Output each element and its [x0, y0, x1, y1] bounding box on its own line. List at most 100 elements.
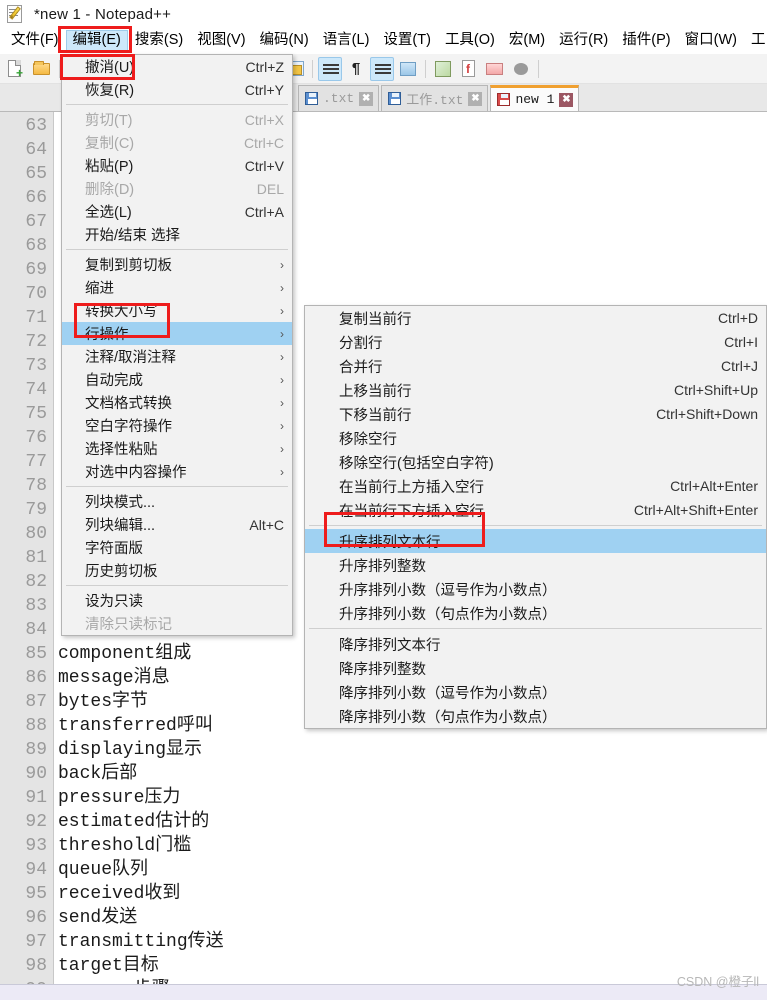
code-line[interactable]: back后部: [54, 762, 767, 786]
new-file-icon[interactable]: +: [4, 57, 28, 81]
line-number: 63: [25, 116, 47, 136]
menu-item[interactable]: 对选中内容操作 ›: [62, 460, 292, 483]
ui-display-icon[interactable]: [396, 57, 420, 81]
menu-item-1[interactable]: 编辑(E): [65, 30, 128, 52]
menu-item-label: 升序排列文本行: [339, 534, 441, 551]
menu-item[interactable]: 清除只读标记: [62, 612, 292, 635]
menu-item-4[interactable]: 编码(N): [253, 30, 316, 52]
menu-item[interactable]: 文档格式转换 ›: [62, 391, 292, 414]
line-number: 69: [25, 260, 47, 280]
menu-item[interactable]: 自动完成 ›: [62, 368, 292, 391]
menu-item[interactable]: 复制(C) Ctrl+C: [62, 131, 292, 154]
menu-item[interactable]: 删除(D) DEL: [62, 177, 292, 200]
menu-item[interactable]: 分割行 Ctrl+I: [305, 330, 766, 354]
menu-item[interactable]: 列块编辑... Alt+C: [62, 513, 292, 536]
menu-item[interactable]: 注释/取消注释 ›: [62, 345, 292, 368]
menu-item-label: 在当前行上方插入空行: [339, 479, 484, 496]
show-all-chars-icon[interactable]: ¶: [344, 57, 368, 81]
menu-item[interactable]: 剪切(T) Ctrl+X: [62, 108, 292, 131]
tab-0[interactable]: .txt ✖: [298, 85, 380, 111]
code-line-text: send发送: [58, 908, 138, 928]
menu-item[interactable]: 合并行 Ctrl+J: [305, 354, 766, 378]
menu-item[interactable]: 升序排列整数: [305, 553, 766, 577]
code-line[interactable]: target目标: [54, 954, 767, 978]
menu-item[interactable]: 字符面版: [62, 536, 292, 559]
menu-item[interactable]: 下移当前行 Ctrl+Shift+Down: [305, 402, 766, 426]
menu-item-12[interactable]: 工: [744, 30, 767, 52]
tab-2[interactable]: new 1 ✖: [490, 85, 580, 111]
menu-item-7[interactable]: 工具(O): [438, 30, 502, 52]
menu-item-6[interactable]: 设置(T): [376, 30, 438, 52]
menu-item[interactable]: 历史剪切板: [62, 559, 292, 582]
folder-as-workspace-icon[interactable]: [483, 57, 507, 81]
menu-item[interactable]: 在当前行下方插入空行 Ctrl+Alt+Shift+Enter: [305, 498, 766, 522]
menu-item-shortcut: Alt+C: [249, 516, 284, 533]
menu-item[interactable]: 恢复(R) Ctrl+Y: [62, 78, 292, 101]
menu-item[interactable]: 列块模式...: [62, 490, 292, 513]
line-number: 71: [25, 308, 47, 328]
menu-item[interactable]: 开始/结束 选择: [62, 223, 292, 246]
code-line[interactable]: queue队列: [54, 858, 767, 882]
tab-close-icon[interactable]: ✖: [559, 92, 574, 107]
tab-close-icon[interactable]: ✖: [468, 91, 483, 106]
menu-item[interactable]: 选择性粘贴 ›: [62, 437, 292, 460]
menu-item[interactable]: 升序排列文本行: [305, 529, 766, 553]
menu-item-3[interactable]: 视图(V): [190, 30, 252, 52]
notepad-plus-plus-icon: [6, 4, 26, 24]
menu-item[interactable]: 降序排列文本行: [305, 632, 766, 656]
tab-close-icon[interactable]: ✖: [359, 91, 374, 106]
menu-item[interactable]: 上移当前行 Ctrl+Shift+Up: [305, 378, 766, 402]
open-file-icon[interactable]: [30, 57, 54, 81]
code-line[interactable]: pressure压力: [54, 786, 767, 810]
menu-item[interactable]: 复制当前行 Ctrl+D: [305, 306, 766, 330]
menu-item-label: 行操作: [85, 327, 129, 343]
code-line[interactable]: received收到: [54, 882, 767, 906]
watermark: CSDN @橙子ll: [676, 975, 759, 989]
menu-item[interactable]: 降序排列整数: [305, 656, 766, 680]
word-wrap-icon[interactable]: [318, 56, 342, 81]
menu-item[interactable]: 降序排列小数（句点作为小数点）: [305, 704, 766, 728]
menu-item[interactable]: 设为只读: [62, 589, 292, 612]
monitoring-icon[interactable]: [509, 57, 533, 81]
menu-item-2[interactable]: 搜索(S): [128, 30, 190, 52]
menu-item[interactable]: 升序排列小数（逗号作为小数点）: [305, 577, 766, 601]
menu-item[interactable]: 全选(L) Ctrl+A: [62, 200, 292, 223]
menu-item[interactable]: 移除空行(包括空白字符): [305, 450, 766, 474]
code-line[interactable]: send发送: [54, 906, 767, 930]
menu-item[interactable]: 缩进 ›: [62, 276, 292, 299]
tab-1[interactable]: 工作.txt ✖: [381, 85, 489, 111]
menu-item[interactable]: 降序排列小数（逗号作为小数点）: [305, 680, 766, 704]
document-map-icon[interactable]: [431, 57, 455, 81]
menu-item-5[interactable]: 语言(L): [316, 30, 377, 52]
line-number: 90: [25, 764, 47, 784]
line-number: 96: [25, 908, 47, 928]
menu-item-9[interactable]: 运行(R): [552, 30, 615, 52]
indent-guide-icon[interactable]: [370, 56, 394, 81]
menu-item[interactable]: 移除空行: [305, 426, 766, 450]
menu-item[interactable]: 空白字符操作 ›: [62, 414, 292, 437]
function-list-icon[interactable]: [457, 57, 481, 81]
code-line-text: component组成: [58, 644, 192, 664]
menu-item[interactable]: 升序排列小数（句点作为小数点）: [305, 601, 766, 625]
menu-item[interactable]: 撤消(U) Ctrl+Z: [62, 55, 292, 78]
menu-item[interactable]: 转换大小写 ›: [62, 299, 292, 322]
code-line[interactable]: displaying显示: [54, 738, 767, 762]
menu-separator: [309, 628, 762, 629]
menu-item-label: 升序排列小数（逗号作为小数点）: [339, 582, 557, 599]
code-line[interactable]: transmitting传送: [54, 930, 767, 954]
menu-item[interactable]: 行操作 ›: [62, 322, 292, 345]
line-number: 95: [25, 884, 47, 904]
code-line[interactable]: estimated估计的: [54, 810, 767, 834]
menu-item-shortcut: Ctrl+A: [244, 203, 284, 220]
code-line-text: message消息: [58, 668, 170, 688]
menu-item-0[interactable]: 文件(F): [4, 30, 66, 52]
menu-item-8[interactable]: 宏(M): [502, 30, 552, 52]
menu-item[interactable]: 粘贴(P) Ctrl+V: [62, 154, 292, 177]
menu-item-11[interactable]: 窗口(W): [678, 30, 744, 52]
menu-item[interactable]: 复制到剪切板 ›: [62, 253, 292, 276]
code-line[interactable]: threshold门槛: [54, 834, 767, 858]
menu-item-shortcut: Ctrl+I: [724, 334, 758, 350]
menu-item-10[interactable]: 插件(P): [615, 30, 677, 52]
menu-item[interactable]: 在当前行上方插入空行 Ctrl+Alt+Enter: [305, 474, 766, 498]
tab-save-icon: [305, 92, 318, 105]
